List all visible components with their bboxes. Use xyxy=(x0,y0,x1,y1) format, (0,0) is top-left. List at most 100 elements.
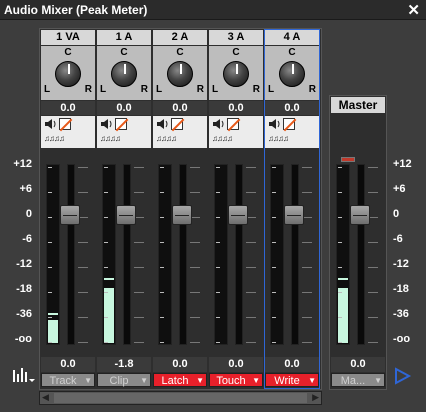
insert-icons[interactable]: ♫♫♫♫ xyxy=(44,134,65,143)
horizontal-scrollbar[interactable]: ◀ ▶ xyxy=(39,391,322,405)
fader-tick xyxy=(190,292,200,293)
automation-mode-select[interactable]: Clip ▼ xyxy=(97,373,151,387)
channel-strip: 1 A C L R 0.0 ♫♫♫♫ -1.8 Clip ▼ xyxy=(96,29,152,389)
fader-tick xyxy=(302,317,312,318)
pan-center-label: C xyxy=(176,47,184,58)
meter-tick xyxy=(272,342,276,343)
db-scale-label-left: -12 xyxy=(16,258,32,270)
volume-value[interactable]: 0.0 xyxy=(265,357,319,372)
fx-bypass-icon[interactable] xyxy=(171,118,183,130)
fader-tick xyxy=(246,242,256,243)
fader-handle[interactable] xyxy=(228,205,248,225)
insert-icons[interactable]: ♫♫♫♫ xyxy=(100,134,121,143)
db-scale-label-right: -12 xyxy=(393,258,409,270)
insert-icons[interactable]: ♫♫♫♫ xyxy=(156,134,177,143)
volume-value[interactable]: 0.0 xyxy=(209,357,263,372)
automation-mode-select[interactable]: Touch ▼ xyxy=(209,373,263,387)
fader-track[interactable] xyxy=(235,164,243,345)
fx-bypass-icon[interactable] xyxy=(115,118,127,130)
pan-knob[interactable] xyxy=(167,61,193,87)
meter-options-icon[interactable] xyxy=(9,364,37,386)
db-scale-label-right: -18 xyxy=(393,283,409,295)
pan-knob[interactable] xyxy=(223,61,249,87)
chevron-down-icon: ▼ xyxy=(374,376,382,385)
channel-name: 3 A xyxy=(209,30,263,45)
fader-handle[interactable] xyxy=(284,205,304,225)
scroll-thumb[interactable] xyxy=(54,393,307,403)
pan-value[interactable]: 0.0 xyxy=(153,101,207,115)
pan-value[interactable]: 0.0 xyxy=(97,101,151,115)
fader-track[interactable] xyxy=(179,164,187,345)
fader-tick xyxy=(302,192,312,193)
pan-right-label: R xyxy=(196,84,204,95)
automation-mode-select[interactable]: Latch ▼ xyxy=(153,373,207,387)
speaker-icon[interactable] xyxy=(212,118,226,130)
volume-value[interactable]: 0.0 xyxy=(153,357,207,372)
volume-value[interactable]: -1.8 xyxy=(97,357,151,372)
channel-controls: ♫♫♫♫ xyxy=(209,116,263,148)
pan-control[interactable]: C L R xyxy=(97,46,151,100)
meter-tick xyxy=(338,317,342,318)
window-title: Audio Mixer (Peak Meter) ✕ xyxy=(0,0,426,20)
channel-name: 2 A xyxy=(153,30,207,45)
fader-track[interactable] xyxy=(357,164,365,345)
meter-tick xyxy=(272,292,276,293)
pan-knob[interactable] xyxy=(55,61,81,87)
meter-tick xyxy=(48,317,52,318)
pan-control[interactable]: C L R xyxy=(41,46,95,100)
meter-tick xyxy=(104,242,108,243)
fader-tick xyxy=(134,167,144,168)
speaker-icon[interactable] xyxy=(156,118,170,130)
speaker-icon[interactable] xyxy=(100,118,114,130)
scroll-left-icon[interactable]: ◀ xyxy=(42,392,49,403)
fader-tick xyxy=(246,317,256,318)
pan-knob[interactable] xyxy=(111,61,137,87)
meter-tick xyxy=(216,292,220,293)
pan-control[interactable]: C L R xyxy=(265,46,319,100)
insert-icons[interactable]: ♫♫♫♫ xyxy=(268,134,289,143)
automation-mode-select[interactable]: Write ▼ xyxy=(265,373,319,387)
fader-tick xyxy=(246,342,256,343)
pan-center-label: C xyxy=(232,47,240,58)
fader-handle[interactable] xyxy=(116,205,136,225)
pan-value[interactable]: 0.0 xyxy=(265,101,319,115)
fader-track[interactable] xyxy=(67,164,75,345)
automation-mode-label: Touch xyxy=(216,375,246,387)
speaker-icon[interactable] xyxy=(268,118,282,130)
db-scale-label-left: -6 xyxy=(22,233,32,245)
fader-handle[interactable] xyxy=(172,205,192,225)
volume-value[interactable]: 0.0 xyxy=(331,357,385,372)
insert-icons[interactable]: ♫♫♫♫ xyxy=(212,134,233,143)
fader-tick xyxy=(302,267,312,268)
fx-bypass-icon[interactable] xyxy=(227,118,239,130)
pan-knob[interactable] xyxy=(279,61,305,87)
speaker-icon[interactable] xyxy=(44,118,58,130)
pan-control[interactable]: C L R xyxy=(209,46,263,100)
fader-tick xyxy=(246,167,256,168)
pan-left-label: L xyxy=(100,84,107,95)
close-icon[interactable]: ✕ xyxy=(407,1,420,21)
fader-handle[interactable] xyxy=(60,205,80,225)
meter-tick xyxy=(216,242,220,243)
fader-tick xyxy=(246,267,256,268)
play-icon[interactable] xyxy=(392,366,412,386)
volume-value[interactable]: 0.0 xyxy=(41,357,95,372)
fader-tick xyxy=(190,267,200,268)
fader-track[interactable] xyxy=(291,164,299,345)
meter-tick xyxy=(216,317,220,318)
scroll-right-icon[interactable]: ▶ xyxy=(312,392,319,403)
fader-tick xyxy=(302,242,312,243)
pan-value[interactable]: 0.0 xyxy=(41,101,95,115)
pan-value[interactable]: 0.0 xyxy=(209,101,263,115)
fader-handle[interactable] xyxy=(350,205,370,225)
meter-tick xyxy=(338,267,342,268)
clip-indicator[interactable] xyxy=(341,157,355,162)
automation-mode-select[interactable]: Ma... ▼ xyxy=(331,373,385,387)
fx-bypass-icon[interactable] xyxy=(59,118,71,130)
pan-control[interactable]: C L R xyxy=(153,46,207,100)
fx-bypass-icon[interactable] xyxy=(283,118,295,130)
automation-mode-select[interactable]: Track ▼ xyxy=(41,373,95,387)
meter-tick xyxy=(216,217,220,218)
fader-track[interactable] xyxy=(123,164,131,345)
fader-tick xyxy=(190,242,200,243)
